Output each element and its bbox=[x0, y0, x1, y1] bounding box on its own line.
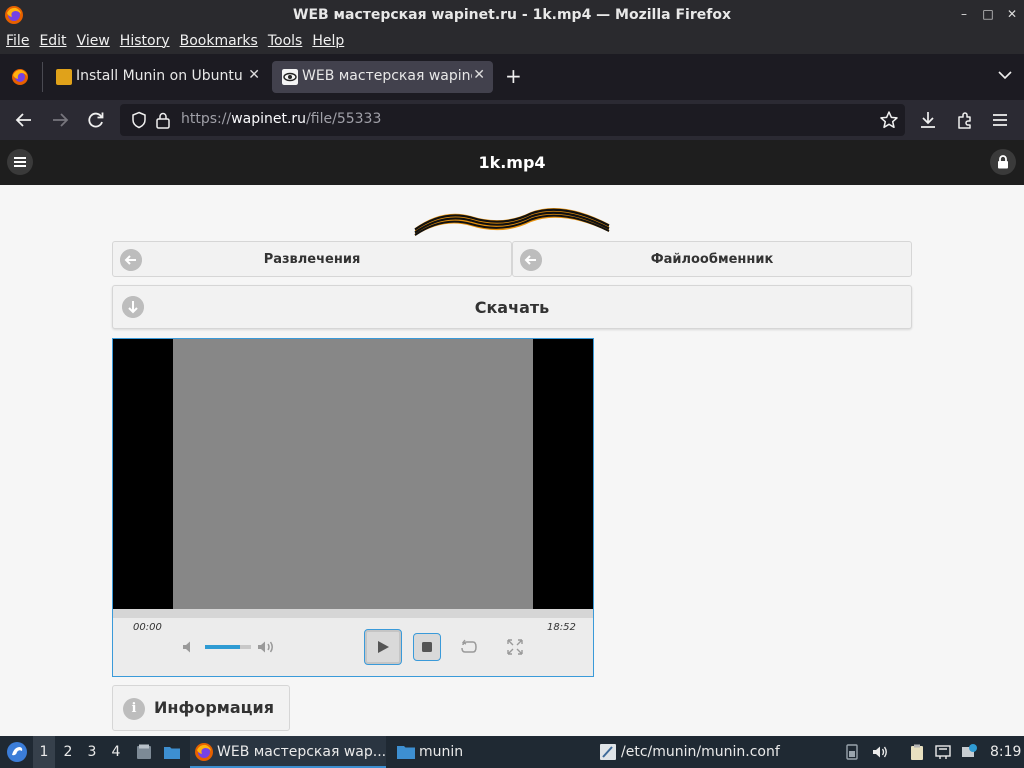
close-tab-icon[interactable]: ✕ bbox=[473, 67, 485, 83]
web-page: 1k.mp4 Развлечения Файлообменник Скачать… bbox=[0, 140, 1024, 736]
menu-file[interactable]: File bbox=[6, 30, 29, 54]
list-all-tabs-icon[interactable] bbox=[998, 70, 1012, 80]
tab-separator bbox=[42, 62, 43, 92]
volume-slider[interactable] bbox=[205, 645, 251, 649]
tab-label: WEB мастерская wapinet.ru bbox=[302, 68, 472, 84]
bookmark-star-icon[interactable] bbox=[879, 110, 899, 130]
workspace-2[interactable]: 2 bbox=[57, 736, 79, 768]
speaker-icon[interactable] bbox=[871, 743, 889, 761]
task-firefox-label: WEB мастерская wap... bbox=[217, 744, 387, 760]
menu-edit[interactable]: Edit bbox=[39, 30, 66, 54]
info-icon: i bbox=[123, 698, 145, 720]
task-munin-conf-label: /etc/munin/munin.conf bbox=[621, 744, 780, 760]
page-title: 1k.mp4 bbox=[478, 153, 546, 172]
volume-max-icon[interactable] bbox=[257, 639, 275, 655]
clipboard-icon[interactable] bbox=[908, 743, 926, 761]
category-fileshare-label: Файлообменник bbox=[650, 252, 774, 267]
folder-icon[interactable] bbox=[163, 743, 181, 761]
volume-level bbox=[205, 645, 240, 649]
url-bar[interactable]: https://wapinet.ru/file/55333 bbox=[120, 104, 905, 136]
category-fileshare-button[interactable]: Файлообменник bbox=[512, 241, 912, 277]
tab-label: Install Munin on Ubuntu 22.04 bbox=[76, 68, 246, 84]
play-icon bbox=[378, 641, 389, 653]
mute-icon[interactable] bbox=[181, 639, 197, 655]
menu-bar: File Edit View History Bookmarks Tools H… bbox=[0, 30, 1024, 54]
linuxbuzz-favicon-icon bbox=[56, 69, 72, 85]
tab-wapinet[interactable]: WEB мастерская wapinet.ru ✕ bbox=[272, 61, 493, 93]
task-munin-conf-editor[interactable]: /etc/munin/munin.conf bbox=[594, 736, 824, 768]
url-path: /file/55333 bbox=[306, 111, 382, 127]
menu-help[interactable]: Help bbox=[312, 30, 344, 54]
workspace-4[interactable]: 4 bbox=[105, 736, 127, 768]
tab-install-munin[interactable]: Install Munin on Ubuntu 22.04 ✕ bbox=[46, 61, 268, 93]
extensions-icon[interactable] bbox=[955, 110, 975, 130]
battery-icon[interactable] bbox=[843, 743, 861, 761]
firefox-view-icon[interactable] bbox=[8, 66, 32, 88]
file-manager-icon[interactable] bbox=[135, 743, 153, 761]
category-entertainment-label: Развлечения bbox=[263, 252, 361, 267]
category-entertainment-button[interactable]: Развлечения bbox=[112, 241, 512, 277]
window-titlebar: WEB мастерская wapinet.ru - 1k.mp4 — Moz… bbox=[0, 0, 1024, 30]
workspace-1[interactable]: 1 bbox=[33, 736, 55, 768]
menu-view[interactable]: View bbox=[77, 30, 110, 54]
new-tab-button[interactable]: + bbox=[505, 66, 522, 86]
lock-icon[interactable] bbox=[155, 111, 171, 129]
video-player[interactable]: 00:00 18:52 bbox=[112, 338, 594, 677]
site-login-button[interactable] bbox=[990, 149, 1016, 175]
back-icon[interactable] bbox=[14, 110, 34, 130]
play-button[interactable] bbox=[364, 629, 402, 665]
task-munin-folder[interactable]: munin bbox=[392, 736, 582, 768]
text-editor-icon bbox=[600, 744, 616, 760]
stop-button[interactable] bbox=[413, 633, 441, 661]
notifications-icon[interactable] bbox=[960, 743, 978, 761]
stop-icon bbox=[422, 642, 432, 652]
start-menu-icon[interactable] bbox=[6, 741, 28, 763]
app-menu-icon[interactable] bbox=[990, 110, 1010, 130]
video-screen[interactable] bbox=[173, 339, 533, 609]
fullscreen-icon[interactable] bbox=[507, 639, 523, 655]
url-host: wapinet.ru bbox=[231, 111, 307, 127]
time-current: 00:00 bbox=[133, 622, 162, 633]
close-icon[interactable]: ✕ bbox=[1006, 6, 1018, 22]
forward-icon[interactable] bbox=[50, 110, 70, 130]
firefox-icon bbox=[195, 743, 213, 761]
clock[interactable]: 8:19 bbox=[990, 736, 1021, 768]
minimize-icon[interactable]: – bbox=[958, 6, 970, 22]
task-munin-label: munin bbox=[419, 744, 464, 760]
taskbar: 1 2 3 4 WEB мастерская wap... munin /etc… bbox=[0, 736, 1024, 768]
download-label: Скачать bbox=[474, 298, 550, 317]
eye-favicon-icon bbox=[282, 69, 298, 85]
menu-history[interactable]: History bbox=[120, 30, 170, 54]
time-total: 18:52 bbox=[547, 622, 576, 633]
workspace-3[interactable]: 3 bbox=[81, 736, 103, 768]
information-label: Информация bbox=[154, 698, 274, 717]
padlock-icon bbox=[998, 155, 1008, 169]
st-george-ribbon-icon[interactable] bbox=[413, 202, 611, 238]
navigation-toolbar: https://wapinet.ru/file/55333 bbox=[0, 100, 1024, 140]
network-wired-icon[interactable] bbox=[934, 743, 952, 761]
window-title: WEB мастерская wapinet.ru - 1k.mp4 — Moz… bbox=[293, 7, 731, 23]
download-button[interactable]: Скачать bbox=[112, 285, 912, 329]
seek-bar[interactable] bbox=[113, 609, 593, 618]
maximize-icon[interactable]: □ bbox=[982, 6, 994, 22]
tab-bar: Install Munin on Ubuntu 22.04 ✕ WEB маст… bbox=[0, 54, 1024, 100]
url-scheme: https:// bbox=[181, 111, 232, 127]
menu-tools[interactable]: Tools bbox=[268, 30, 303, 54]
folder-icon bbox=[397, 746, 415, 759]
url-text[interactable]: https://wapinet.ru/file/55333 bbox=[181, 111, 381, 127]
shield-icon[interactable] bbox=[130, 111, 148, 129]
downloads-icon[interactable] bbox=[918, 110, 938, 130]
repeat-icon[interactable] bbox=[459, 639, 479, 655]
player-controls: 00:00 18:52 bbox=[113, 609, 593, 676]
reload-icon[interactable] bbox=[86, 110, 106, 130]
menu-bookmarks[interactable]: Bookmarks bbox=[180, 30, 258, 54]
close-tab-icon[interactable]: ✕ bbox=[248, 67, 260, 83]
information-button[interactable]: i Информация bbox=[112, 685, 290, 731]
site-header: 1k.mp4 bbox=[0, 140, 1024, 185]
task-firefox[interactable]: WEB мастерская wap... bbox=[190, 736, 386, 768]
